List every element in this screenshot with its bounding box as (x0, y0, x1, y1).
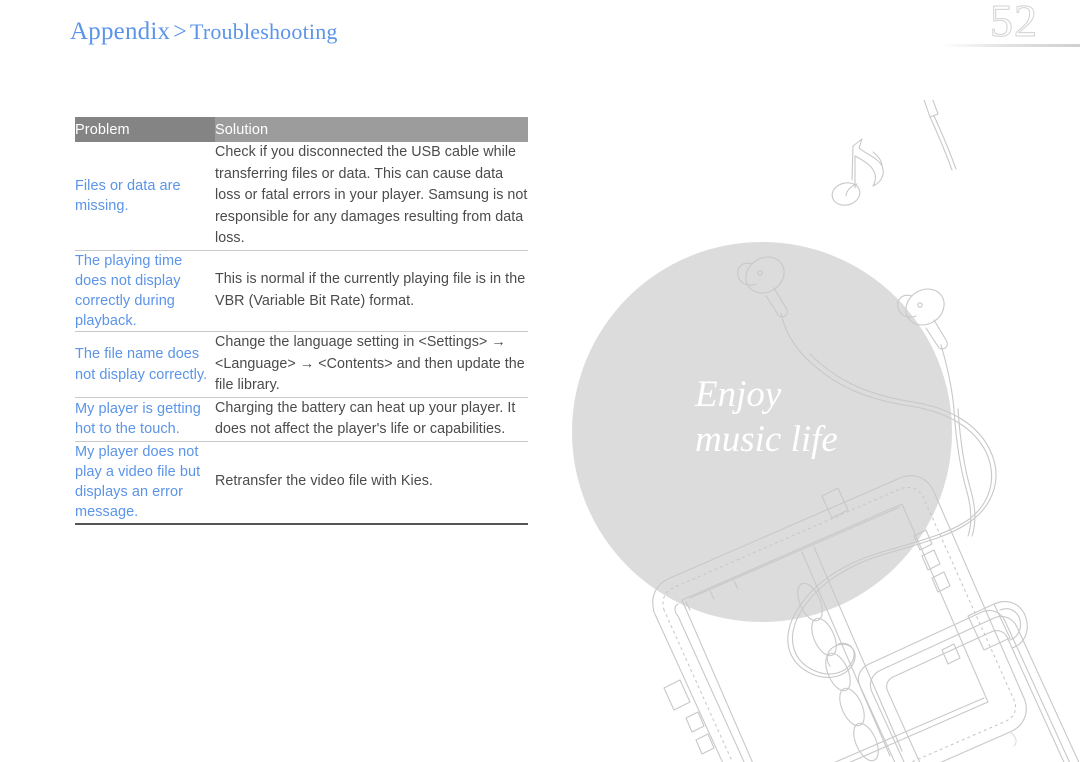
mp3-player (857, 609, 1080, 762)
header-rule (940, 44, 1080, 47)
music-note-icon (831, 138, 884, 206)
table-row: The playing time does not display correc… (75, 249, 528, 332)
cell-solution: Check if you disconnected the USB cable … (215, 144, 528, 246)
cell-solution: This is normal if the currently playing … (215, 249, 528, 332)
table-head: Problem Solution (75, 117, 528, 142)
breadcrumb-sub: Troubleshooting (189, 19, 338, 44)
decorative-illustration: Enjoy music life (570, 100, 1080, 762)
table-row: My player is getting hot to the touch. C… (75, 396, 528, 442)
page-number: 52 (990, 0, 1038, 46)
cell-problem: Files or data are missing. (75, 177, 181, 214)
breadcrumb-main: Appendix (70, 18, 171, 45)
cell-problem: The file name does not display correctly… (75, 331, 215, 398)
breadcrumb-separator: > (173, 19, 187, 45)
earphone-left (737, 256, 807, 359)
cell-problem: My player does not play a video file but… (75, 440, 215, 525)
column-header-problem: Problem (75, 117, 215, 142)
table-row: Files or data are missing. Check if you … (75, 142, 528, 250)
cell-problem: The playing time does not display correc… (75, 249, 215, 332)
cell-solution: Charging the battery can heat up your pl… (215, 396, 528, 442)
page-header: Appendix > Troubleshooting 52 (0, 0, 1080, 70)
table-row: My player does not play a video file but… (75, 440, 528, 525)
earphone-cable (787, 100, 997, 678)
table-row: The file name does not display correctly… (75, 331, 528, 398)
troubleshooting-table: Problem Solution Files or data are missi… (75, 117, 528, 525)
table-body: Files or data are missing. Check if you … (75, 142, 528, 525)
illustration-tagline: Enjoy music life (695, 374, 838, 460)
organizer-notebook (652, 475, 1028, 762)
table-header-row: Problem Solution (75, 117, 528, 142)
earphone-right (897, 288, 955, 411)
column-header-solution: Solution (215, 117, 528, 142)
cell-solution: Change the language setting in <Settings… (215, 331, 528, 398)
breadcrumb: Appendix > Troubleshooting (70, 18, 338, 46)
cell-solution: Retransfer the video file with Kies. (215, 440, 528, 525)
grey-circle-backdrop (572, 242, 952, 622)
cell-problem: My player is getting hot to the touch. (75, 396, 215, 442)
